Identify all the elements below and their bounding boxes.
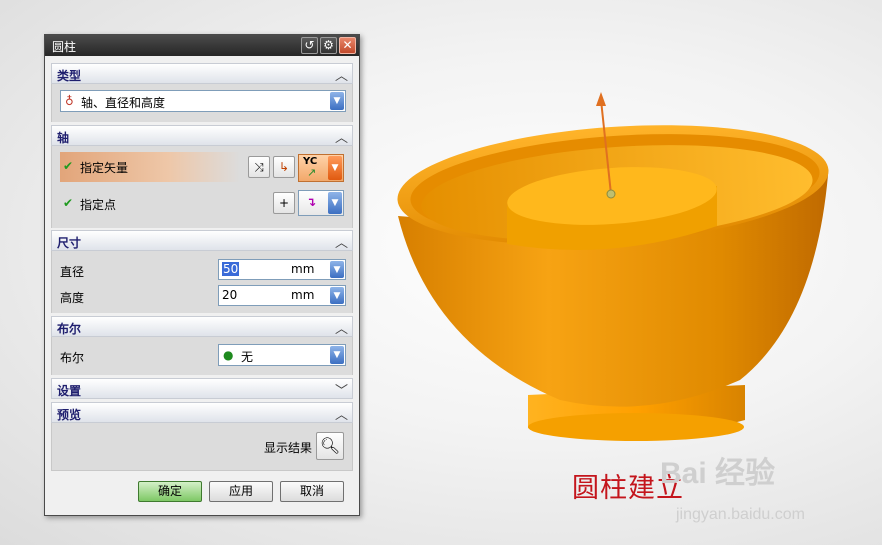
check-icon: ✔ <box>63 196 74 210</box>
specify-point-label: 指定点 <box>80 198 117 212</box>
chevron-down-icon[interactable]: ﹀ <box>335 380 348 399</box>
bowl-model <box>397 92 829 441</box>
watermark-url: jingyan.baidu.com <box>676 506 805 523</box>
vector-selector[interactable]: YC ↗ ▼ <box>298 154 344 182</box>
section-preview[interactable]: 预览 ︿ <box>51 402 353 423</box>
chevron-up-icon[interactable]: ︿ <box>335 404 348 423</box>
section-type[interactable]: 类型 ︿ <box>51 63 353 84</box>
height-input[interactable]: 20 mm ▼ <box>218 285 346 306</box>
chevron-down-icon[interactable]: ▼ <box>330 261 344 278</box>
section-axis-label: 轴 <box>57 131 70 145</box>
settings-gear-icon[interactable]: ⚙ <box>320 37 337 54</box>
chevron-down-icon[interactable]: ▼ <box>328 156 342 180</box>
section-settings-label: 设置 <box>57 384 82 398</box>
preview-panel: 显示结果 🔍︎ <box>51 423 353 471</box>
yc-vector-icon: ↗ <box>307 166 317 179</box>
cylinder-dialog: 圆柱 ↺ ⚙ ✕ 类型 ︿ ♁ 轴、直径和高度 ▼ 轴 ︿ ✔ 指定矢量 ⤨ ↳… <box>44 34 360 516</box>
check-icon: ✔ <box>63 159 74 173</box>
type-select[interactable]: ♁ 轴、直径和高度 ▼ <box>60 90 346 112</box>
section-axis[interactable]: 轴 ︿ <box>51 125 353 146</box>
vector-dialog-icon[interactable]: ↳ <box>273 156 295 178</box>
ok-button[interactable]: 确定 <box>138 481 202 502</box>
section-type-label: 类型 <box>57 69 82 83</box>
chevron-up-icon[interactable]: ︿ <box>335 232 348 251</box>
dialog-titlebar: 圆柱 ↺ ⚙ ✕ <box>45 35 359 56</box>
cylinder-type-icon: ♁ <box>65 94 74 108</box>
height-label: 高度 <box>60 291 85 305</box>
section-boolean-label: 布尔 <box>57 322 82 336</box>
apply-button[interactable]: 应用 <box>209 481 273 502</box>
dialog-title: 圆柱 <box>52 40 77 54</box>
diameter-input[interactable]: 50 mm ▼ <box>218 259 346 280</box>
type-panel: ♁ 轴、直径和高度 ▼ <box>51 84 353 122</box>
vector-arrowhead <box>596 92 606 106</box>
chevron-down-icon[interactable]: ▼ <box>328 192 342 214</box>
boolean-panel: 布尔 ● 无 ▼ <box>51 337 353 375</box>
specify-vector-label: 指定矢量 <box>80 161 129 175</box>
cancel-button[interactable]: 取消 <box>280 481 344 502</box>
reset-icon[interactable]: ↺ <box>301 37 318 54</box>
diameter-label: 直径 <box>60 265 85 279</box>
point-selector[interactable]: ↴ ▼ <box>298 190 344 216</box>
axis-panel: ✔ 指定矢量 ⤨ ↳ YC ↗ ▼ ✔ 指定点 + ↴ ▼ <box>51 146 353 228</box>
section-boolean[interactable]: 布尔 ︿ <box>51 316 353 337</box>
point-inference-icon: ↴ <box>306 195 317 209</box>
chevron-down-icon[interactable]: ▼ <box>330 92 344 110</box>
magnifier-icon[interactable]: 🔍︎ <box>316 432 344 460</box>
chevron-up-icon[interactable]: ︿ <box>335 65 348 84</box>
chevron-up-icon[interactable]: ︿ <box>335 318 348 337</box>
diameter-unit: mm <box>291 262 315 276</box>
boolean-none-icon: ● <box>223 348 234 362</box>
show-result-label: 显示结果 <box>264 441 313 455</box>
specify-vector-row[interactable]: ✔ 指定矢量 <box>60 152 240 182</box>
point-dialog-icon[interactable]: + <box>273 192 295 214</box>
section-dimensions-label: 尺寸 <box>57 236 82 250</box>
close-icon[interactable]: ✕ <box>339 37 356 54</box>
type-select-value: 轴、直径和高度 <box>81 96 166 110</box>
height-value: 20 <box>222 288 238 302</box>
diameter-value: 50 <box>222 262 240 276</box>
reverse-direction-icon[interactable]: ⤨ <box>248 156 270 178</box>
section-settings[interactable]: 设置 ﹀ <box>51 378 353 399</box>
origin-point <box>606 189 616 199</box>
boolean-select[interactable]: ● 无 ▼ <box>218 344 346 366</box>
chevron-down-icon[interactable]: ▼ <box>330 287 344 304</box>
boolean-select-value: 无 <box>241 350 254 364</box>
chevron-up-icon[interactable]: ︿ <box>335 127 348 146</box>
boolean-row-label: 布尔 <box>60 351 85 365</box>
height-unit: mm <box>291 288 315 302</box>
baidu-watermark: Bai 经验 <box>660 457 776 490</box>
section-dimensions[interactable]: 尺寸 ︿ <box>51 230 353 251</box>
chevron-down-icon[interactable]: ▼ <box>330 346 344 364</box>
dimensions-panel: 直径 50 mm ▼ 高度 20 mm ▼ <box>51 251 353 313</box>
section-preview-label: 预览 <box>57 408 82 422</box>
